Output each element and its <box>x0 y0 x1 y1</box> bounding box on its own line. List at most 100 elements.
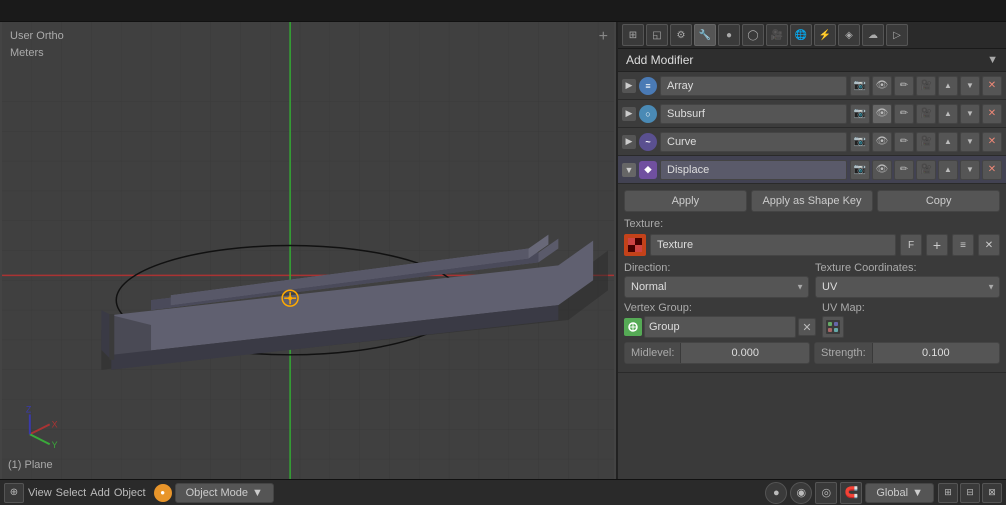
toolbar-icon-7[interactable]: 🎥 <box>766 24 788 46</box>
tex-coord-select[interactable]: UV Object Global Local <box>815 276 1000 298</box>
status-icons: ⊕ <box>4 483 24 503</box>
panel-header-dropdown[interactable]: ▼ <box>987 54 998 66</box>
displace-render-btn[interactable]: 📷 <box>850 160 870 180</box>
midlevel-value[interactable]: 0.000 <box>681 343 809 363</box>
right-panel: ⊞ ◱ ⚙ 🔧 ● ◯ 🎥 🌐 ⚡ ◈ ☁ ▷ Add Modifier ▼ ▶ <box>616 22 1006 479</box>
curve-name-input[interactable] <box>660 132 847 152</box>
viewport-mode: User Ortho <box>10 28 64 45</box>
array-name-input[interactable] <box>660 76 847 96</box>
direction-select[interactable]: Normal X Y Z <box>624 276 809 298</box>
curve-camera-btn[interactable]: 🎥 <box>916 132 936 152</box>
viewport-corner-btn[interactable]: + <box>599 28 608 46</box>
global-local-select[interactable]: Global ▼ <box>865 483 934 503</box>
array-close-btn[interactable]: ✕ <box>982 76 1002 96</box>
array-camera-btn[interactable]: 🎥 <box>916 76 936 96</box>
displace-down-btn[interactable]: ▼ <box>960 160 980 180</box>
curve-render-btn[interactable]: 📷 <box>850 132 870 152</box>
proportional-edit-btn[interactable]: ◎ <box>815 482 837 504</box>
snap-btn[interactable]: 🧲 <box>840 482 862 504</box>
displace-edit-btn[interactable]: ✏ <box>894 160 914 180</box>
subsurf-up-btn[interactable]: ▲ <box>938 104 958 124</box>
array-render-btn[interactable]: 📷 <box>850 76 870 96</box>
toolbar-icon-11[interactable]: ☁ <box>862 24 884 46</box>
toolbar-icon-4[interactable]: 🔧 <box>694 24 716 46</box>
grid-btn-2[interactable]: ⊟ <box>960 483 980 503</box>
grid-btn-1[interactable]: ⊞ <box>938 483 958 503</box>
texture-unlink-button[interactable]: ✕ <box>978 234 1000 256</box>
toolbar-icon-8[interactable]: 🌐 <box>790 24 812 46</box>
curve-expand-btn[interactable]: ▶ <box>622 135 636 149</box>
curve-close-btn[interactable]: ✕ <box>982 132 1002 152</box>
viewport-shading-1[interactable]: ● <box>765 482 787 504</box>
array-up-btn[interactable]: ▲ <box>938 76 958 96</box>
texture-name-input[interactable] <box>650 234 896 256</box>
subsurf-eye-btn[interactable]: 👁 <box>872 104 892 124</box>
toolbar-icon-3[interactable]: ⚙ <box>670 24 692 46</box>
texture-plus-button[interactable]: + <box>926 234 948 256</box>
strength-value[interactable]: 0.100 <box>873 343 999 363</box>
object-menu[interactable]: Object <box>114 487 146 499</box>
toolbar-icon-1[interactable]: ⊞ <box>622 24 644 46</box>
toolbar-icon-9[interactable]: ⚡ <box>814 24 836 46</box>
add-menu[interactable]: Add <box>90 487 110 499</box>
vertex-group-col: Vertex Group: ✕ <box>624 302 816 338</box>
subsurf-close-btn[interactable]: ✕ <box>982 104 1002 124</box>
displace-controls: 📷 👁 ✏ 🎥 ▲ ▼ ✕ <box>850 160 1002 180</box>
displace-up-btn[interactable]: ▲ <box>938 160 958 180</box>
viewport-shading-2[interactable]: ◉ <box>790 482 812 504</box>
subsurf-render-btn[interactable]: 📷 <box>850 104 870 124</box>
global-chevron: ▼ <box>912 487 923 499</box>
global-label: Global <box>876 487 908 499</box>
vertex-group-icon <box>624 318 642 336</box>
apply-as-shape-key-button[interactable]: Apply as Shape Key <box>751 190 874 212</box>
toolbar-icon-6[interactable]: ◯ <box>742 24 764 46</box>
copy-button[interactable]: Copy <box>877 190 1000 212</box>
svg-text:Z: Z <box>26 404 32 414</box>
uv-map-icon <box>822 316 844 338</box>
modifier-row-array: ▶ ≡ 📷 👁 ✏ 🎥 ▲ ▼ ✕ <box>618 72 1006 100</box>
toolbar-icon-10[interactable]: ◈ <box>838 24 860 46</box>
texture-browse-button[interactable]: ≡ <box>952 234 974 256</box>
subsurf-camera-btn[interactable]: 🎥 <box>916 104 936 124</box>
modifier-row-subsurf: ▶ ○ 📷 👁 ✏ 🎥 ▲ ▼ ✕ <box>618 100 1006 128</box>
curve-edit-btn[interactable]: ✏ <box>894 132 914 152</box>
subsurf-expand-btn[interactable]: ▶ <box>622 107 636 121</box>
viewport[interactable]: X Y Z User Ortho Meters + (1) Plane <box>0 22 616 479</box>
vertex-group-label: Vertex Group: <box>624 302 816 314</box>
curve-down-btn[interactable]: ▼ <box>960 132 980 152</box>
array-edit-btn[interactable]: ✏ <box>894 76 914 96</box>
midlevel-label: Midlevel: <box>625 343 681 363</box>
view-menu[interactable]: View <box>28 487 52 499</box>
vertex-group-field: ✕ <box>624 316 816 338</box>
direction-select-wrapper: Normal X Y Z <box>624 276 809 298</box>
bottom-icon-1[interactable]: ⊕ <box>4 483 24 503</box>
modifier-row-curve: ▶ ~ 📷 👁 ✏ 🎥 ▲ ▼ ✕ <box>618 128 1006 156</box>
tex-coord-col: Texture Coordinates: UV Object Global Lo… <box>815 262 1000 298</box>
toolbar-icon-5[interactable]: ● <box>718 24 740 46</box>
displace-camera-btn[interactable]: 🎥 <box>916 160 936 180</box>
toolbar-icon-2[interactable]: ◱ <box>646 24 668 46</box>
toolbar-icon-12[interactable]: ▷ <box>886 24 908 46</box>
grid-btn-3[interactable]: ⊠ <box>982 483 1002 503</box>
vertex-group-input[interactable] <box>644 316 796 338</box>
curve-up-btn[interactable]: ▲ <box>938 132 958 152</box>
array-down-btn[interactable]: ▼ <box>960 76 980 96</box>
panel-header-title: Add Modifier <box>626 53 693 67</box>
displace-close-btn[interactable]: ✕ <box>982 160 1002 180</box>
texture-f-button[interactable]: F <box>900 234 922 256</box>
subsurf-down-btn[interactable]: ▼ <box>960 104 980 124</box>
apply-button[interactable]: Apply <box>624 190 747 212</box>
array-eye-btn[interactable]: 👁 <box>872 76 892 96</box>
array-expand-btn[interactable]: ▶ <box>622 79 636 93</box>
object-mode-select[interactable]: Object Mode ▼ <box>175 483 274 503</box>
displace-expand-btn[interactable]: ▼ <box>622 163 636 177</box>
subsurf-edit-btn[interactable]: ✏ <box>894 104 914 124</box>
curve-eye-btn[interactable]: 👁 <box>872 132 892 152</box>
select-menu[interactable]: Select <box>56 487 87 499</box>
viewport-mode-label: User Ortho Meters <box>10 28 64 61</box>
uv-map-field <box>822 316 1000 338</box>
subsurf-name-input[interactable] <box>660 104 847 124</box>
vertex-group-clear-btn[interactable]: ✕ <box>798 318 816 336</box>
displace-eye-btn[interactable]: 👁 <box>872 160 892 180</box>
displace-name-input[interactable] <box>660 160 847 180</box>
